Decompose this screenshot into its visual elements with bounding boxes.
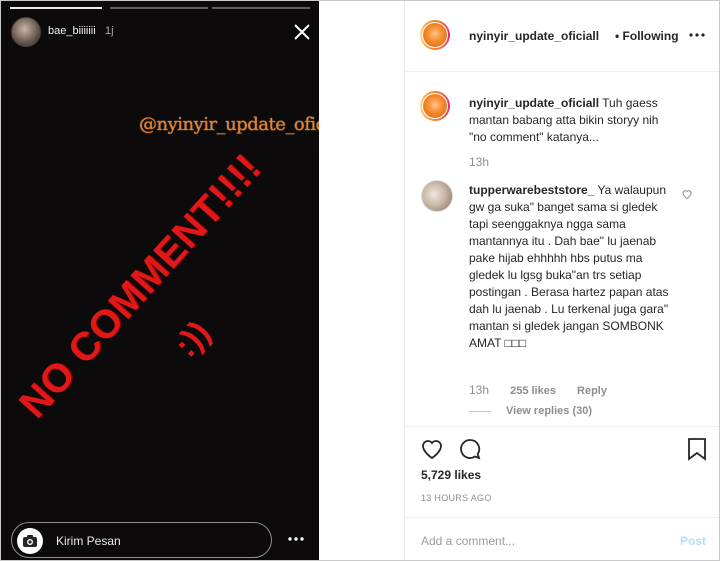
story-progress-bar [10,7,102,9]
reply-button[interactable]: Reply [577,385,607,397]
story-watermark: @nyinyir_update_oficiall [139,114,319,135]
story-username[interactable]: bae_biiiiiii [48,25,96,37]
story-timestamp: 1j [105,25,114,37]
story-user-avatar[interactable] [11,17,41,47]
caption-avatar[interactable] [420,91,450,121]
caption-timestamp: 13h [469,155,490,169]
post-header: nyinyir_update_oficiall • Following [405,1,719,72]
commenter-avatar[interactable] [421,180,453,212]
story-progress-bar [212,7,310,9]
post-details-panel: nyinyir_update_oficiall • Following nyin… [404,1,719,560]
camera-button[interactable] [17,528,43,554]
view-replies-link[interactable]: View replies (30) [506,405,592,417]
like-comment-heart-icon[interactable] [681,188,693,200]
post-caption: nyinyir_update_oficiall Tuh gaess mantan… [469,95,674,171]
follow-status[interactable]: • Following [615,29,679,43]
close-icon[interactable] [291,21,313,43]
replies-divider [469,411,491,412]
more-options-icon[interactable] [688,29,706,41]
bookmark-icon[interactable] [686,437,708,461]
add-comment-input[interactable]: Add a comment... [421,534,515,548]
header-username[interactable]: nyinyir_update_oficiall [469,29,599,43]
story-progress-bar [110,7,208,9]
comment-meta: 13h 255 likes Reply [469,383,625,397]
follow-status-label: Following [622,29,679,43]
heart-icon[interactable] [420,437,444,461]
story-main-text: NO COMMENT!!!! [11,145,270,427]
more-options-icon[interactable] [287,532,305,546]
caption-username[interactable]: nyinyir_update_oficiall [469,96,599,110]
story-smiley-text: :)) [167,313,218,365]
comment-username[interactable]: tupperwarebeststore_ [469,183,594,197]
send-message-placeholder: Kirim Pesan [56,534,121,548]
camera-icon [23,535,37,547]
comment-icon[interactable] [458,437,482,461]
account-avatar[interactable] [420,20,450,50]
post-comment-button[interactable]: Post [680,534,706,548]
story-panel: bae_biiiiiii 1j @nyinyir_update_oficiall… [1,1,319,560]
post-date: 13 HOURS AGO [421,493,492,503]
post-likes-count[interactable]: 5,729 likes [421,468,481,482]
instagram-post-window: bae_biiiiiii 1j @nyinyir_update_oficiall… [0,0,720,561]
comment-item: tupperwarebeststore_ Ya walaupun gw ga s… [469,182,674,352]
comment-timestamp: 13h [469,383,490,397]
comment-likes[interactable]: 255 likes [510,385,556,397]
send-message-input[interactable] [11,522,272,558]
header-separator: • [615,29,620,43]
action-bar-divider [405,426,719,428]
comment-text: Ya walaupun gw ga suka" banget sama si g… [469,183,669,350]
